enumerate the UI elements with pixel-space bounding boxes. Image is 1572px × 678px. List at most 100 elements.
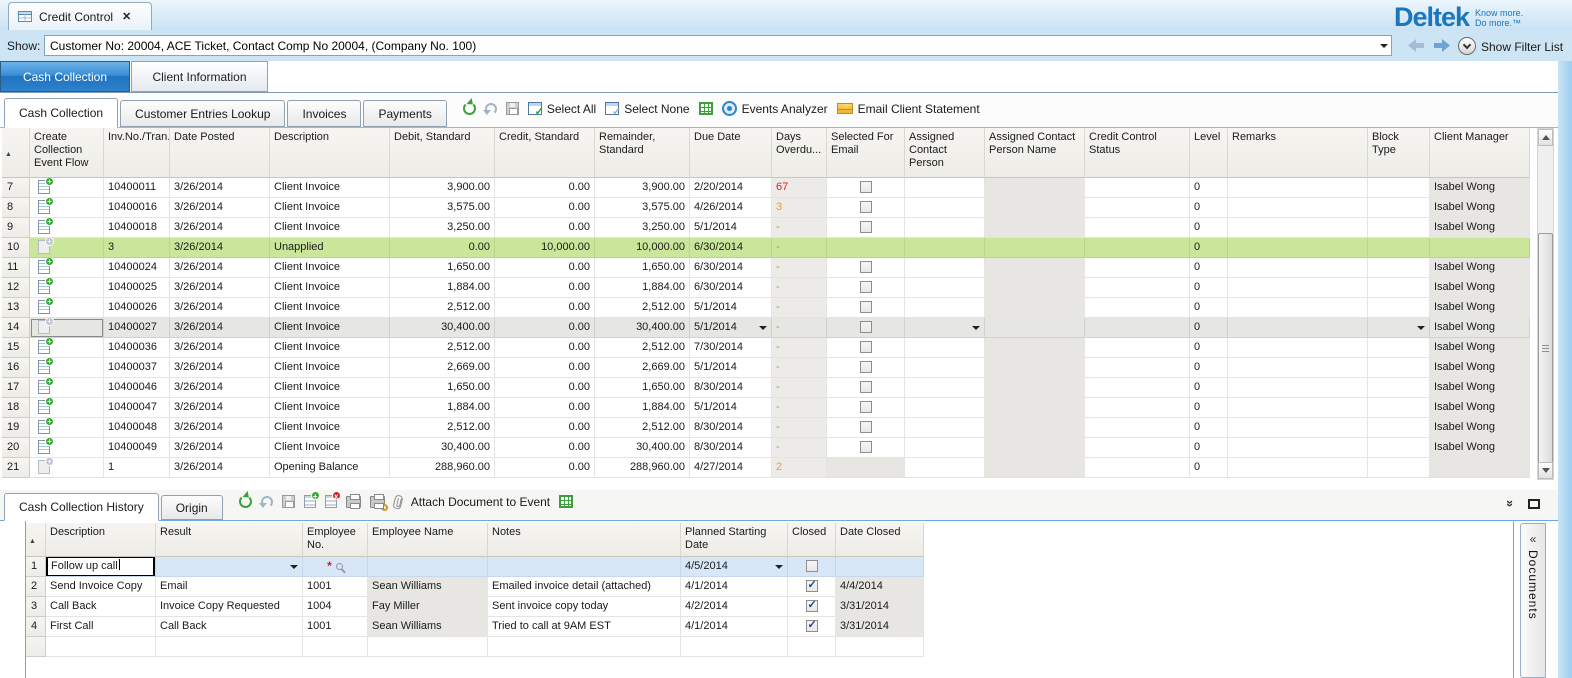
cell-dateclosed[interactable]: 3/31/2014 — [836, 617, 924, 637]
cell-num[interactable]: 13 — [2, 298, 30, 318]
cell-level[interactable]: 0 — [1190, 358, 1228, 378]
cell-block[interactable] — [1368, 178, 1430, 198]
cell-aname[interactable] — [985, 298, 1085, 318]
col-dateclosed[interactable]: Date Closed — [836, 523, 924, 557]
cell-credit[interactable]: 0.00 — [495, 298, 595, 318]
cell-days[interactable]: - — [772, 398, 827, 418]
cell-posted[interactable]: 3/26/2014 — [170, 198, 270, 218]
document-tab-credit-control[interactable]: Credit Control ✕ — [8, 2, 152, 30]
cell-invno[interactable]: 10400037 — [104, 358, 170, 378]
cell-num[interactable]: 9 — [2, 218, 30, 238]
cell-desc[interactable]: Client Invoice — [270, 358, 390, 378]
col-num[interactable]: ▲ — [26, 523, 46, 557]
cell-manager[interactable]: Isabel Wong — [1430, 358, 1530, 378]
cell-acontact[interactable] — [905, 338, 985, 358]
create-collection-event-flow-icon[interactable]: + — [38, 380, 51, 395]
cell-credit[interactable]: 0.00 — [495, 318, 595, 338]
cell-desc[interactable]: Client Invoice — [270, 318, 390, 338]
cell-num[interactable]: 7 — [2, 178, 30, 198]
cell-desc[interactable]: Client Invoice — [270, 178, 390, 198]
cell-empname[interactable] — [368, 557, 488, 577]
cell-level[interactable]: 0 — [1190, 438, 1228, 458]
cell-remarks[interactable] — [1228, 358, 1368, 378]
col-status[interactable]: Credit Control Status — [1085, 128, 1190, 178]
cell-debit[interactable]: 1,650.00 — [390, 258, 495, 278]
create-collection-event-flow-icon[interactable]: + — [38, 200, 51, 215]
cell-level[interactable]: 0 — [1190, 458, 1228, 478]
cell-invno[interactable]: 10400018 — [104, 218, 170, 238]
cell-acontact[interactable] — [905, 458, 985, 478]
cell-credit[interactable]: 0.00 — [495, 418, 595, 438]
show-filter-combobox[interactable] — [44, 35, 1392, 56]
cell-invno[interactable]: 1 — [104, 458, 170, 478]
cell-credit[interactable]: 0.00 — [495, 358, 595, 378]
cell-acontact[interactable] — [905, 218, 985, 238]
col-invno[interactable]: Inv.No./Tran... — [104, 128, 170, 178]
closed-checkbox[interactable] — [806, 580, 818, 592]
delete-row-icon[interactable]: x — [325, 495, 337, 508]
cell-posted[interactable]: 3/26/2014 — [170, 278, 270, 298]
cell-flow[interactable]: + — [30, 438, 104, 458]
cell-rem[interactable]: 288,960.00 — [595, 458, 690, 478]
cell-block[interactable] — [1368, 318, 1430, 338]
cell-debit[interactable]: 3,250.00 — [390, 218, 495, 238]
cell-remarks[interactable] — [1228, 218, 1368, 238]
col-closed[interactable]: Closed — [788, 523, 836, 557]
create-collection-event-flow-icon[interactable]: + — [38, 360, 51, 375]
cell-due[interactable]: 8/30/2014 — [690, 418, 772, 438]
selected-for-email-checkbox[interactable] — [860, 401, 872, 413]
selected-for-email-checkbox[interactable] — [860, 441, 872, 453]
create-collection-event-flow-icon[interactable]: + — [38, 240, 51, 255]
events-analyzer-button[interactable]: Events Analyzer — [722, 101, 828, 116]
cell-days[interactable]: - — [772, 378, 827, 398]
cell-days[interactable]: - — [772, 418, 827, 438]
cell-block[interactable] — [1368, 438, 1430, 458]
cell-aname[interactable] — [985, 358, 1085, 378]
cell-due[interactable]: 5/1/2014 — [690, 298, 772, 318]
cell-email[interactable] — [827, 298, 905, 318]
close-icon[interactable]: ✕ — [122, 10, 131, 23]
cell-status[interactable] — [1085, 438, 1190, 458]
cell-desc[interactable]: Client Invoice — [270, 198, 390, 218]
cell-closed[interactable] — [788, 577, 836, 597]
dropdown-icon[interactable] — [775, 565, 783, 569]
cell-empname[interactable]: Fay Miller — [368, 597, 488, 617]
cell-rem[interactable]: 30,400.00 — [595, 318, 690, 338]
cell-block[interactable] — [1368, 398, 1430, 418]
cell-due[interactable]: 6/30/2014 — [690, 238, 772, 258]
col-days[interactable]: Days Overdu... — [772, 128, 827, 178]
cell-num[interactable]: 3 — [26, 597, 46, 617]
cell-debit[interactable]: 2,669.00 — [390, 358, 495, 378]
cell-debit[interactable]: 1,884.00 — [390, 278, 495, 298]
create-collection-event-flow-icon[interactable]: + — [38, 220, 51, 235]
cell-rem[interactable]: 1,650.00 — [595, 378, 690, 398]
cell-email[interactable] — [827, 358, 905, 378]
cell-status[interactable] — [1085, 278, 1190, 298]
cell-remarks[interactable] — [1228, 438, 1368, 458]
col-credit[interactable]: Credit, Standard — [495, 128, 595, 178]
cell-due[interactable]: 2/20/2014 — [690, 178, 772, 198]
cell-credit[interactable]: 0.00 — [495, 378, 595, 398]
cell-status[interactable] — [1085, 458, 1190, 478]
cell-status[interactable] — [1085, 358, 1190, 378]
scroll-up-button[interactable] — [1538, 129, 1553, 146]
cell-aname[interactable] — [985, 218, 1085, 238]
cell-empno[interactable]: * — [303, 557, 368, 577]
cell-result[interactable]: Call Back — [156, 617, 303, 637]
cell-desc[interactable]: Client Invoice — [270, 298, 390, 318]
collapse-panel-icon[interactable]: » — [1503, 500, 1518, 507]
cell-notes[interactable]: Emailed invoice detail (attached) — [488, 577, 681, 597]
cell-desc[interactable]: First Call — [46, 617, 156, 637]
cell-remarks[interactable] — [1228, 198, 1368, 218]
cell-level[interactable]: 0 — [1190, 258, 1228, 278]
cell-empname[interactable]: Sean Williams — [368, 617, 488, 637]
cell-status[interactable] — [1085, 418, 1190, 438]
cell-num[interactable]: 2 — [26, 577, 46, 597]
dropdown-icon[interactable] — [759, 326, 767, 330]
col-email[interactable]: Selected For Email — [827, 128, 905, 178]
cell-invno[interactable]: 10400026 — [104, 298, 170, 318]
cell-email[interactable] — [827, 438, 905, 458]
cell-remarks[interactable] — [1228, 318, 1368, 338]
cell-empty[interactable] — [156, 637, 303, 657]
cell-manager[interactable]: Isabel Wong — [1430, 418, 1530, 438]
